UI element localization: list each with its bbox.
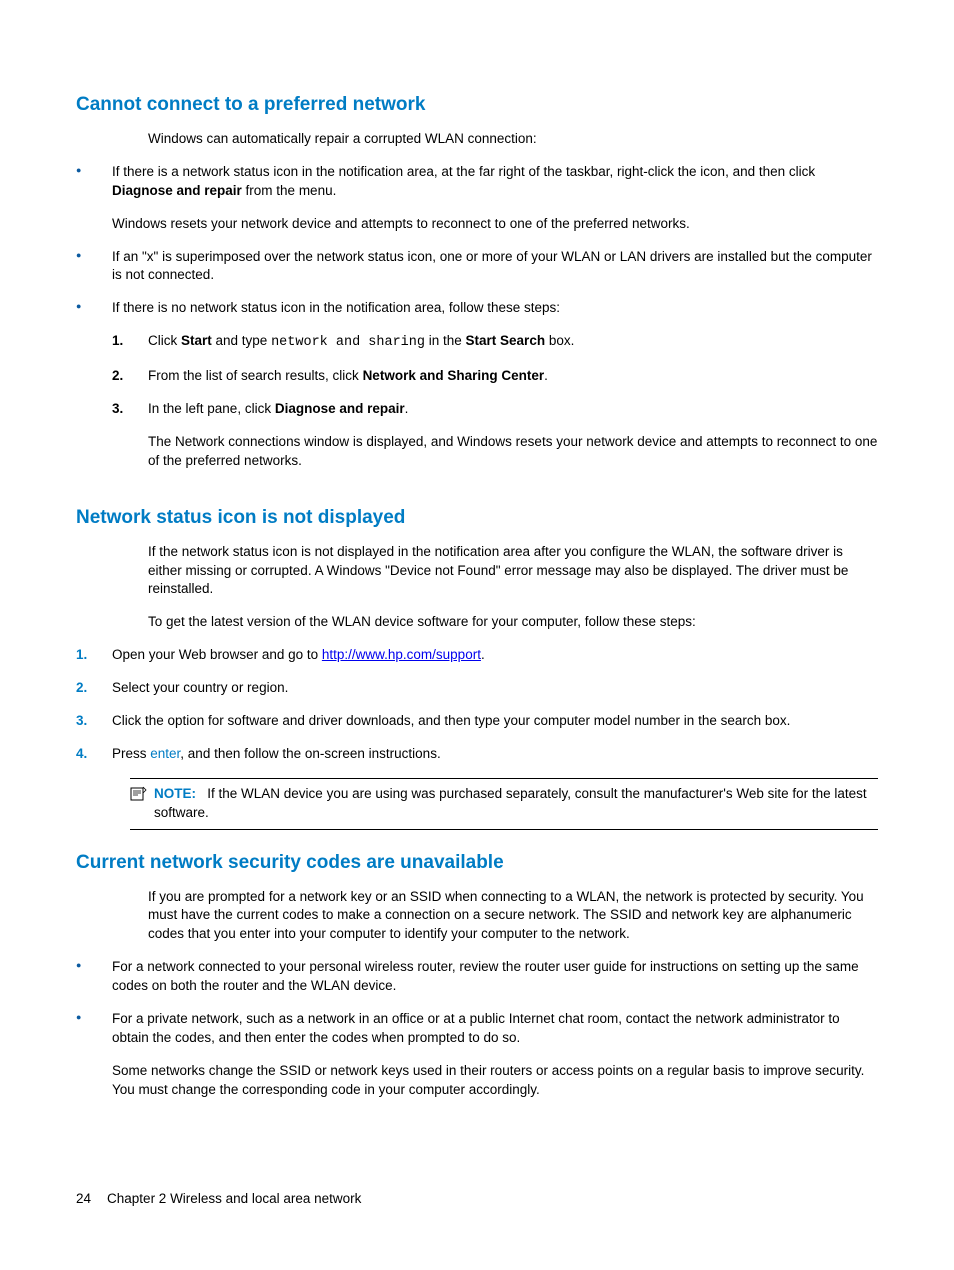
sub-paragraph: Some networks change the SSID or network… [112, 1062, 878, 1100]
step-number: 1. [76, 646, 87, 665]
list-item: 2.Select your country or region. [76, 679, 878, 698]
list-item: 3.Click the option for software and driv… [76, 712, 878, 731]
bullet-list: For a network connected to your personal… [76, 958, 878, 1099]
heading-cannot-connect: Cannot connect to a preferred network [76, 94, 878, 116]
chapter-label: Chapter 2 Wireless and local area networ… [107, 1191, 361, 1206]
list-item: If there is no network status icon in th… [76, 299, 878, 470]
paragraph: If the network status icon is not displa… [148, 543, 878, 600]
list-item: 2.From the list of search results, click… [112, 367, 878, 386]
step-number: 4. [76, 745, 87, 764]
bullet-list: If there is a network status icon in the… [76, 163, 878, 471]
list-item: For a network connected to your personal… [76, 958, 878, 996]
intro-text: Windows can automatically repair a corru… [148, 130, 878, 149]
paragraph: To get the latest version of the WLAN de… [148, 613, 878, 632]
note-icon [130, 786, 147, 801]
list-item: 3.In the left pane, click Diagnose and r… [112, 400, 878, 471]
text: If there is no network status icon in th… [112, 300, 560, 315]
list-item: For a private network, such as a network… [76, 1010, 878, 1100]
bold-text: Diagnose and repair [112, 183, 242, 198]
note-text: If the WLAN device you are using was pur… [154, 786, 867, 820]
list-item: If there is a network status icon in the… [76, 163, 878, 234]
paragraph: If you are prompted for a network key or… [148, 888, 878, 945]
document-page: Cannot connect to a preferred network Wi… [0, 0, 954, 1270]
step-number: 3. [112, 400, 123, 419]
heading-security-codes: Current network security codes are unava… [76, 852, 878, 874]
page-footer: 24 Chapter 2 Wireless and local area netw… [76, 1191, 361, 1206]
text: from the menu. [242, 183, 337, 198]
list-item: 4.Press enter, and then follow the on-sc… [76, 745, 878, 764]
text: If there is a network status icon in the… [112, 164, 815, 179]
support-link[interactable]: http://www.hp.com/support [322, 647, 481, 662]
note-label: NOTE: [154, 786, 196, 801]
key-name: enter [150, 746, 180, 761]
list-item: If an "x" is superimposed over the netwo… [76, 248, 878, 286]
sub-paragraph: The Network connections window is displa… [148, 433, 878, 471]
step-number: 3. [76, 712, 87, 731]
step-number: 1. [112, 332, 123, 351]
sub-paragraph: Windows resets your network device and a… [112, 215, 878, 234]
text: For a private network, such as a network… [112, 1011, 840, 1045]
list-item: 1.Click Start and type network and shari… [112, 332, 878, 353]
list-item: 1.Open your Web browser and go to http:/… [76, 646, 878, 665]
heading-network-status: Network status icon is not displayed [76, 507, 878, 529]
numbered-list: 1.Open your Web browser and go to http:/… [76, 646, 878, 764]
step-number: 2. [76, 679, 87, 698]
step-number: 2. [112, 367, 123, 386]
note-box: NOTE: If the WLAN device you are using w… [130, 778, 878, 830]
page-number: 24 [76, 1191, 91, 1206]
numbered-sublist: 1.Click Start and type network and shari… [112, 332, 878, 470]
